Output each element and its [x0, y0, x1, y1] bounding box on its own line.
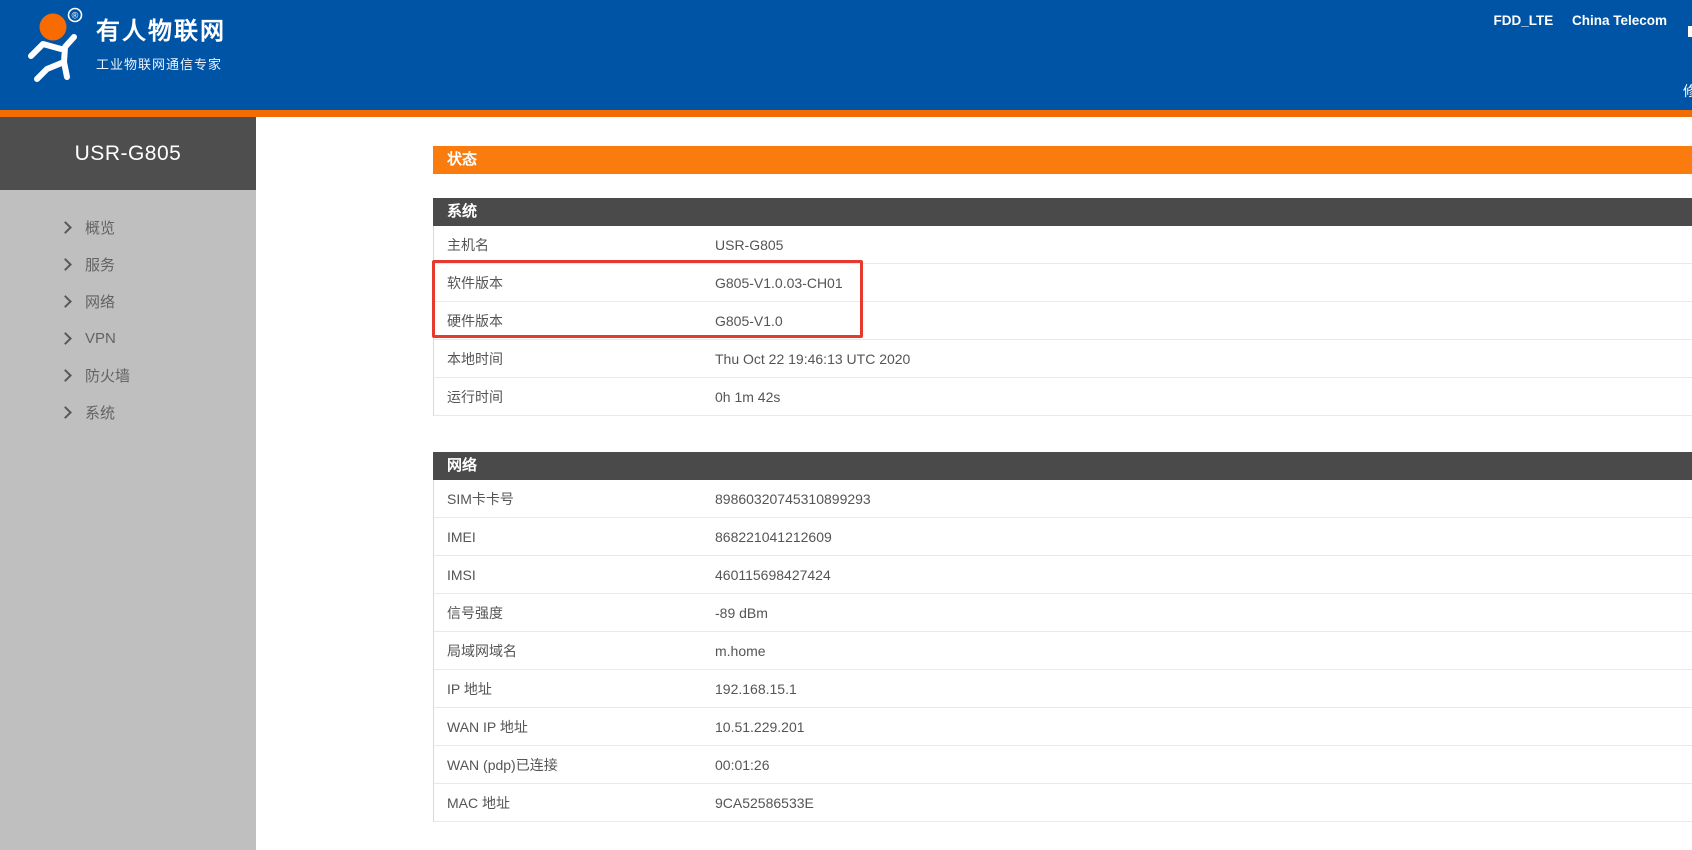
row-value: Thu Oct 22 19:46:13 UTC 2020	[715, 351, 1692, 367]
sidebar-item-label: 服务	[85, 254, 115, 275]
row-label: WAN (pdp)已连接	[434, 755, 715, 775]
logo-head	[40, 14, 67, 41]
table-row: 软件版本 G805-V1.0.03-CH01	[434, 264, 1692, 302]
row-value: 460115698427424	[715, 567, 1692, 583]
chevron-right-icon	[59, 295, 72, 308]
row-value: 10.51.229.201	[715, 719, 1692, 735]
row-label: IMSI	[434, 567, 715, 583]
accent-divider	[0, 110, 1692, 117]
sidebar-item-label: 概览	[85, 217, 115, 238]
row-label: MAC 地址	[434, 793, 715, 813]
table-row: WAN (pdp)已连接 00:01:26	[434, 746, 1692, 784]
sidebar-item-label: 系统	[85, 402, 115, 423]
page-title: 状态	[433, 146, 1692, 174]
row-label: 主机名	[434, 235, 715, 255]
chevron-right-icon	[59, 369, 72, 382]
sidebar-item-vpn[interactable]: VPN	[0, 320, 256, 357]
table-row: MAC 地址 9CA52586533E	[434, 784, 1692, 822]
brand-name: 有人物联网	[96, 19, 226, 45]
sidebar-item-label: 网络	[85, 291, 115, 312]
logo-body	[31, 37, 74, 79]
sidebar-item-label: VPN	[85, 330, 116, 347]
table-row: 本地时间 Thu Oct 22 19:46:13 UTC 2020	[434, 340, 1692, 378]
row-label: WAN IP 地址	[434, 717, 715, 737]
row-value: USR-G805	[715, 237, 1692, 253]
sidebar-item-network[interactable]: 网络	[0, 283, 256, 320]
row-value: 868221041212609	[715, 529, 1692, 545]
brand-slogan: 工业物联网通信专家	[96, 54, 226, 73]
sidebar-item-label: 防火墙	[85, 365, 130, 386]
usr-logo-icon: ®	[16, 6, 86, 82]
row-value: m.home	[715, 643, 1692, 659]
connection-status: FDD_LTE China Telecom	[1478, 13, 1667, 28]
table-row: 局域网域名 m.home	[434, 632, 1692, 670]
section-title: 网络	[433, 452, 1692, 480]
section-system: 系统 主机名 USR-G805 软件版本 G805-V1.0.03-CH01 硬…	[433, 198, 1692, 416]
row-value: 00:01:26	[715, 757, 1692, 773]
chevron-right-icon	[59, 332, 72, 345]
network-type-label: FDD_LTE	[1493, 13, 1553, 28]
row-value: G805-V1.0.03-CH01	[715, 275, 1692, 291]
sidebar: USR-G805 概览 服务 网络 VPN 防火墙	[0, 117, 256, 850]
section-network: 网络 SIM卡卡号 89860320745310899293 IMEI 8682…	[433, 452, 1692, 822]
row-value: 9CA52586533E	[715, 795, 1692, 811]
row-label: 硬件版本	[434, 311, 715, 331]
row-label: 软件版本	[434, 273, 715, 293]
table-row: SIM卡卡号 89860320745310899293	[434, 480, 1692, 518]
table-row: 主机名 USR-G805	[434, 226, 1692, 264]
table-row: WAN IP 地址 10.51.229.201	[434, 708, 1692, 746]
router-admin-page: ® 有人物联网 工业物联网通信专家 FDD_LTE China Telecom …	[0, 0, 1692, 850]
section-title: 系统	[433, 198, 1692, 226]
row-label: 本地时间	[434, 349, 715, 369]
row-label: 局域网域名	[434, 641, 715, 661]
brand-block: 有人物联网 工业物联网通信专家	[96, 19, 226, 73]
chevron-right-icon	[59, 406, 72, 419]
table-row: 硬件版本 G805-V1.0	[434, 302, 1692, 340]
sidebar-item-overview[interactable]: 概览	[0, 209, 256, 246]
modify-link[interactable]: 修	[1683, 81, 1692, 101]
table-row: 信号强度 -89 dBm	[434, 594, 1692, 632]
carrier-label: China Telecom	[1572, 13, 1667, 28]
sidebar-item-firewall[interactable]: 防火墙	[0, 357, 256, 394]
sidebar-item-system[interactable]: 系统	[0, 394, 256, 431]
sidebar-menu: 概览 服务 网络 VPN 防火墙 系统	[0, 209, 256, 431]
table-row: IP 地址 192.168.15.1	[434, 670, 1692, 708]
device-name: USR-G805	[0, 117, 256, 190]
row-label: IMEI	[434, 529, 715, 545]
chevron-right-icon	[59, 221, 72, 234]
row-label: SIM卡卡号	[434, 489, 715, 509]
header-bar: ® 有人物联网 工业物联网通信专家 FDD_LTE China Telecom …	[0, 0, 1692, 110]
sidebar-item-services[interactable]: 服务	[0, 246, 256, 283]
row-value: G805-V1.0	[715, 313, 1692, 329]
row-value: 192.168.15.1	[715, 681, 1692, 697]
row-value: 0h 1m 42s	[715, 389, 1692, 405]
registered-trademark-letter: ®	[72, 11, 79, 21]
row-label: 运行时间	[434, 387, 715, 407]
signal-icon	[1688, 26, 1692, 37]
table-row: 运行时间 0h 1m 42s	[434, 378, 1692, 416]
row-label: IP 地址	[434, 679, 715, 699]
table-row: IMEI 868221041212609	[434, 518, 1692, 556]
section-rows: 主机名 USR-G805 软件版本 G805-V1.0.03-CH01 硬件版本…	[433, 226, 1692, 416]
row-value: -89 dBm	[715, 605, 1692, 621]
table-row: IMSI 460115698427424	[434, 556, 1692, 594]
chevron-right-icon	[59, 258, 72, 271]
section-rows: SIM卡卡号 89860320745310899293 IMEI 8682210…	[433, 480, 1692, 822]
row-value: 89860320745310899293	[715, 491, 1692, 507]
row-label: 信号强度	[434, 603, 715, 623]
